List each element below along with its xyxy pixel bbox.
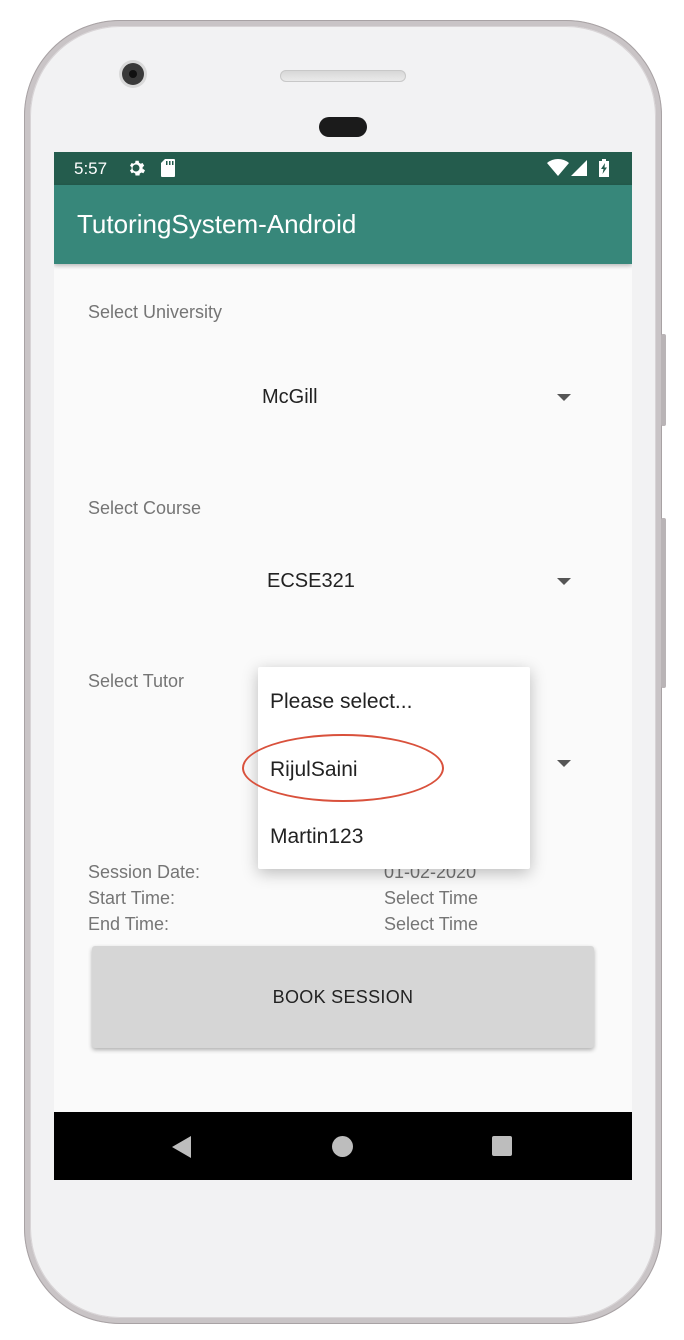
university-label: Select University	[88, 302, 223, 322]
book-session-button[interactable]: BOOK SESSION	[92, 946, 594, 1048]
volume-button	[661, 518, 666, 688]
highlight-annotation	[242, 734, 444, 802]
start-time-value[interactable]: Select Time	[384, 888, 478, 909]
back-icon[interactable]	[172, 1136, 191, 1158]
tutor-label: Select Tutor	[88, 671, 185, 691]
battery-charging-icon	[598, 158, 610, 182]
front-camera	[122, 63, 144, 85]
chevron-down-icon	[557, 760, 571, 767]
end-time-label: End Time:	[88, 914, 170, 934]
course-selected: ECSE321	[267, 570, 355, 592]
navigation-bar	[54, 1112, 632, 1180]
wifi-icon	[547, 158, 569, 182]
proximity-sensor	[319, 117, 367, 137]
signal-icon	[570, 158, 588, 182]
earpiece-speaker	[280, 70, 406, 82]
app-title: TutoringSystem-Android	[77, 209, 357, 239]
dropdown-option[interactable]: Please select...	[270, 690, 412, 714]
screen: 5:57 TutoringSystem-Android Select Unive…	[54, 152, 632, 1180]
course-spinner[interactable]: ECSE321	[88, 546, 598, 616]
start-time-label: Start Time:	[88, 888, 176, 908]
chevron-down-icon	[557, 394, 571, 401]
course-label: Select Course	[88, 498, 202, 518]
recents-icon[interactable]	[492, 1136, 512, 1156]
university-spinner[interactable]: McGill	[88, 362, 598, 432]
dropdown-option[interactable]: Martin123	[270, 825, 363, 849]
session-date-label: Session Date:	[88, 862, 201, 882]
gear-icon	[126, 158, 146, 182]
app-bar: TutoringSystem-Android	[54, 185, 632, 264]
university-selected: McGill	[262, 386, 318, 408]
chevron-down-icon	[557, 578, 571, 585]
sd-card-icon	[160, 158, 176, 182]
home-icon[interactable]	[332, 1136, 353, 1157]
status-bar: 5:57	[54, 152, 632, 185]
power-button	[661, 334, 666, 426]
end-time-value[interactable]: Select Time	[384, 914, 478, 935]
status-time: 5:57	[74, 159, 108, 178]
